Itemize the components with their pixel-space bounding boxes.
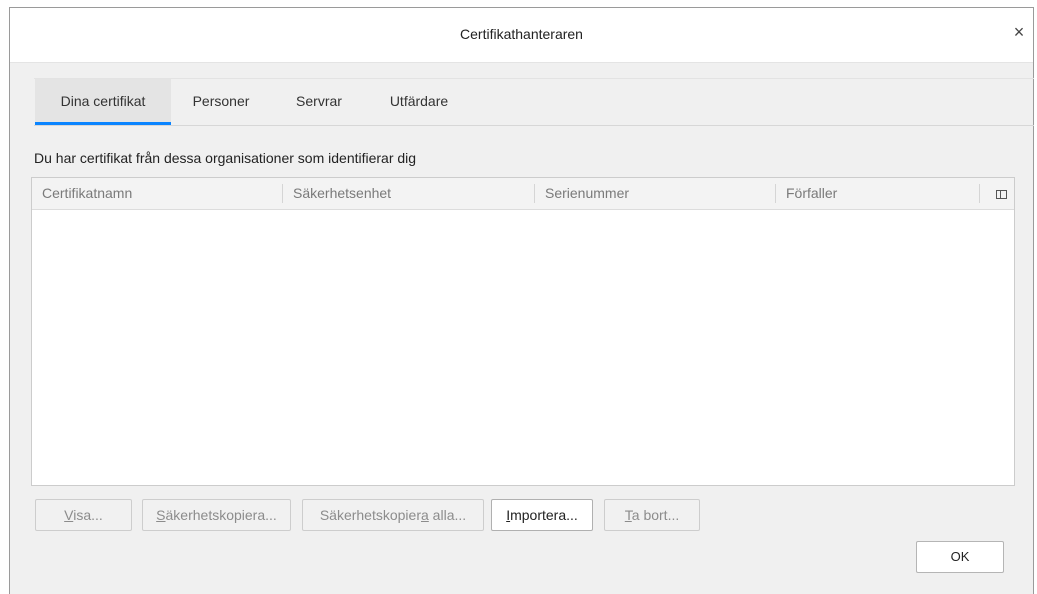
backup-button-label-end: äkerhetskopiera... xyxy=(165,507,277,523)
description-text: Du har certifikat från dessa organisatio… xyxy=(34,150,417,166)
column-picker-glyph xyxy=(995,190,1007,200)
tab-authorities[interactable]: Utfärdare xyxy=(379,79,459,124)
backup-all-button-label-start: Säkerhetskopier xyxy=(319,507,421,523)
tab-bar: Dina certifikat Personer Servrar Utfärda… xyxy=(34,78,1034,126)
backup-all-button-label-end: alla... xyxy=(428,507,467,523)
close-icon[interactable]: × xyxy=(1009,22,1029,42)
column-header-security-device[interactable]: Säkerhetsenhet xyxy=(283,178,534,209)
column-separator xyxy=(979,184,980,203)
import-button-label-end: mportera... xyxy=(510,507,578,523)
delete-button-label-end: a bort... xyxy=(631,507,680,523)
column-header-serial-number[interactable]: Serienummer xyxy=(535,178,775,209)
delete-button-accel: T xyxy=(624,507,632,523)
tab-servers[interactable]: Servrar xyxy=(284,79,354,124)
import-button[interactable]: Importera... xyxy=(491,499,593,531)
column-header-certificate-name[interactable]: Certifikatnamn xyxy=(32,178,282,209)
window-title: Certifikathanteraren xyxy=(460,26,583,42)
tab-your-certificates[interactable]: Dina certifikat xyxy=(35,79,171,125)
backup-button-accel: S xyxy=(156,507,166,523)
title-bar: Certifikathanteraren × xyxy=(10,8,1033,63)
tab-people[interactable]: Personer xyxy=(176,79,266,124)
backup-all-button[interactable]: Säkerhetskopiera alla... xyxy=(302,499,484,531)
view-button-label-end: isa... xyxy=(73,507,103,523)
table-body[interactable] xyxy=(32,210,1014,485)
backup-button[interactable]: Säkerhetskopiera... xyxy=(142,499,291,531)
table-header: Certifikatnamn Säkerhetsenhet Serienumme… xyxy=(32,178,1014,210)
backup-all-button-accel: a xyxy=(421,507,429,523)
certificate-manager-dialog: Certifikathanteraren × Dina certifikat P… xyxy=(9,7,1034,594)
delete-button[interactable]: Ta bort... xyxy=(604,499,700,531)
ok-button[interactable]: OK xyxy=(916,541,1004,573)
view-button[interactable]: Visa... xyxy=(35,499,132,531)
column-header-expires[interactable]: Förfaller xyxy=(776,178,976,209)
view-button-accel: V xyxy=(64,507,74,523)
certificate-table: Certifikatnamn Säkerhetsenhet Serienumme… xyxy=(31,177,1015,486)
column-picker-icon[interactable] xyxy=(988,178,1014,209)
